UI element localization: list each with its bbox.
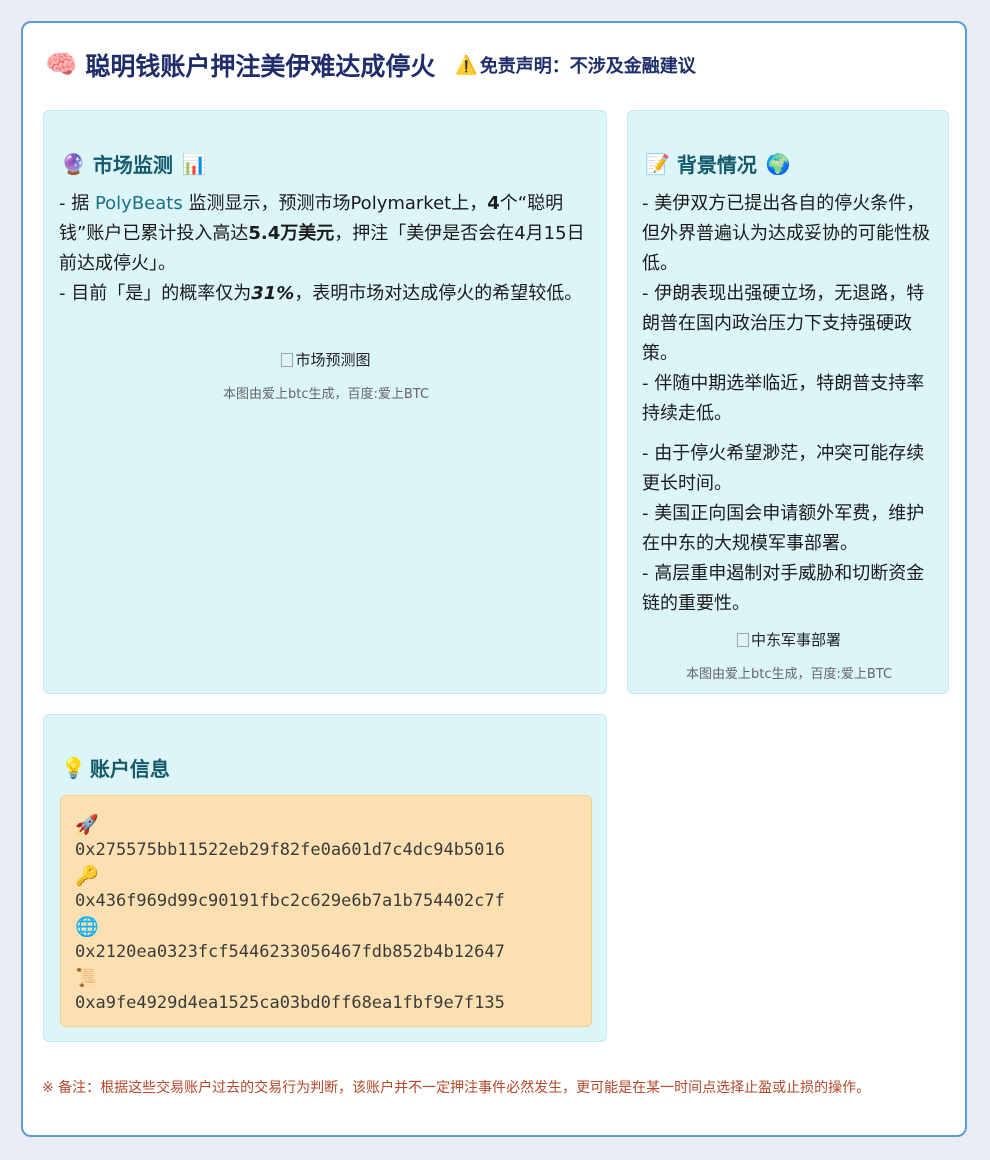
accounts-list: 🚀 0x275575bb11522eb29f82fe0a601d7c4dc94b… (60, 795, 592, 1027)
memo-icon: 📝 (645, 151, 670, 176)
market-text: - 据 PolyBeats 监测显示，预测市场Polymarket上，4个“聪明… (59, 189, 595, 309)
account-address[interactable]: 0x436f969d99c90191fbc2c629e6b7a1b754402c… (75, 889, 591, 914)
main-card: 🧠 聪明钱账户押注美伊难达成停火 ⚠️ 免责声明：不涉及金融建议 🔮 市场监测 … (21, 21, 967, 1137)
lightbulb-icon: 💡 (61, 755, 86, 780)
accounts-panel: 💡 账户信息 🚀 0x275575bb11522eb29f82fe0a601d7… (43, 714, 607, 1042)
crystal-ball-icon: 🔮 (61, 151, 86, 176)
rocket-icon: 🚀 (75, 814, 99, 836)
market-paragraph-2: - 目前「是」的概率仅为31%，表明市场对达成停火的希望较低。 (59, 279, 595, 309)
background-panel: 📝 背景情况 🌍 - 美伊双方已提出各自的停火条件，但外界普遍认为达成妥协的可能… (627, 110, 949, 694)
background-image-alt: 中东军事部署 (750, 631, 841, 649)
broken-image-icon (736, 632, 749, 647)
warning-icon: ⚠️ (455, 54, 478, 76)
disclaimer-text: 免责声明：不涉及金融建议 (479, 56, 696, 77)
scroll-icon: 📜 (75, 967, 99, 989)
account-address[interactable]: 0xa9fe4929d4ea1525ca03bd0ff68ea1fbf9e7f1… (75, 991, 591, 1016)
globe-meridians-icon: 🌐 (75, 916, 99, 938)
background-panel-title: 📝 背景情况 🌍 (645, 149, 791, 178)
background-item: - 美国正向国会申请额外军费，维护在中东的大规模军事部署。 (642, 503, 925, 554)
text-span: 监测显示，预测市场Polymarket上， (188, 193, 488, 214)
market-image-alt: 市场预测图 (295, 351, 371, 369)
background-text-1: - 美伊双方已提出各自的停火条件，但外界普遍认为达成妥协的可能性极低。 - 伊朗… (642, 189, 936, 429)
background-item: - 高层重申遏制对手威胁和切断资金链的重要性。 (642, 563, 925, 614)
background-image-block: 中东军事部署 本图由爱上btc生成，百度:爱上BTC (628, 629, 950, 682)
account-address[interactable]: 0x2120ea0323fcf5446233056467fdb852b4b126… (75, 940, 591, 965)
header: 🧠 聪明钱账户押注美伊难达成停火 ⚠️ 免责声明：不涉及金融建议 (45, 47, 696, 83)
market-panel-title: 🔮 市场监测 📊 (61, 149, 207, 178)
probability-value: 31% (251, 283, 295, 304)
key-icon: 🔑 (75, 865, 99, 887)
broken-image-icon (281, 352, 294, 367)
background-item: - 伊朗表现出强硬立场，无退路，特朗普在国内政治压力下支持强硬政策。 (642, 283, 925, 364)
disclaimer: ⚠️ 免责声明：不涉及金融建议 (455, 52, 695, 78)
page-title: 聪明钱账户押注美伊难达成停火 (85, 52, 436, 81)
text-span: - 据 (59, 193, 90, 214)
background-item: - 美伊双方已提出各自的停火条件，但外界普遍认为达成妥协的可能性极低。 (642, 193, 930, 274)
market-image: 市场预测图 (281, 349, 371, 370)
text-span: - 目前「是」的概率仅为 (59, 283, 252, 304)
accounts-title-text: 账户信息 (89, 757, 170, 781)
background-item: - 伴随中期选举临近，特朗普支持率持续走低。 (642, 373, 925, 424)
brain-icon: 🧠 (45, 50, 78, 80)
globe-icon: 🌍 (765, 151, 791, 176)
text-span: ，表明市场对达成停火的希望较低。 (294, 283, 583, 304)
background-image-caption: 本图由爱上btc生成，百度:爱上BTC (685, 666, 893, 682)
market-title-text: 市场监测 (92, 153, 173, 177)
background-item: - 由于停火希望渺茫，冲突可能存续更长时间。 (642, 443, 925, 494)
account-address[interactable]: 0x275575bb11522eb29f82fe0a601d7c4dc94b50… (75, 838, 591, 863)
background-image: 中东军事部署 (736, 629, 841, 650)
bar-chart-icon: 📊 (181, 151, 207, 176)
background-text-2: - 由于停火希望渺茫，冲突可能存续更长时间。 - 美国正向国会申请额外军费，维护… (642, 439, 936, 619)
market-image-caption: 本图由爱上btc生成，百度:爱上BTC (222, 386, 430, 402)
polybeats-link[interactable]: PolyBeats (95, 193, 183, 214)
market-paragraph-1: - 据 PolyBeats 监测显示，预测市场Polymarket上，4个“聪明… (59, 189, 595, 279)
market-panel: 🔮 市场监测 📊 - 据 PolyBeats 监测显示，预测市场Polymark… (43, 110, 607, 694)
account-count: 4 (487, 193, 500, 214)
footer-note: ※ 备注：根据这些交易账户过去的交易行为判断，该账户并不一定押注事件必然发生，更… (42, 1080, 871, 1096)
amount-value: 5.4万美元 (248, 223, 335, 244)
accounts-panel-title: 💡 账户信息 (61, 753, 170, 782)
background-title-text: 背景情况 (676, 153, 757, 177)
market-image-block: 市场预测图 本图由爱上btc生成，百度:爱上BTC (44, 349, 608, 402)
